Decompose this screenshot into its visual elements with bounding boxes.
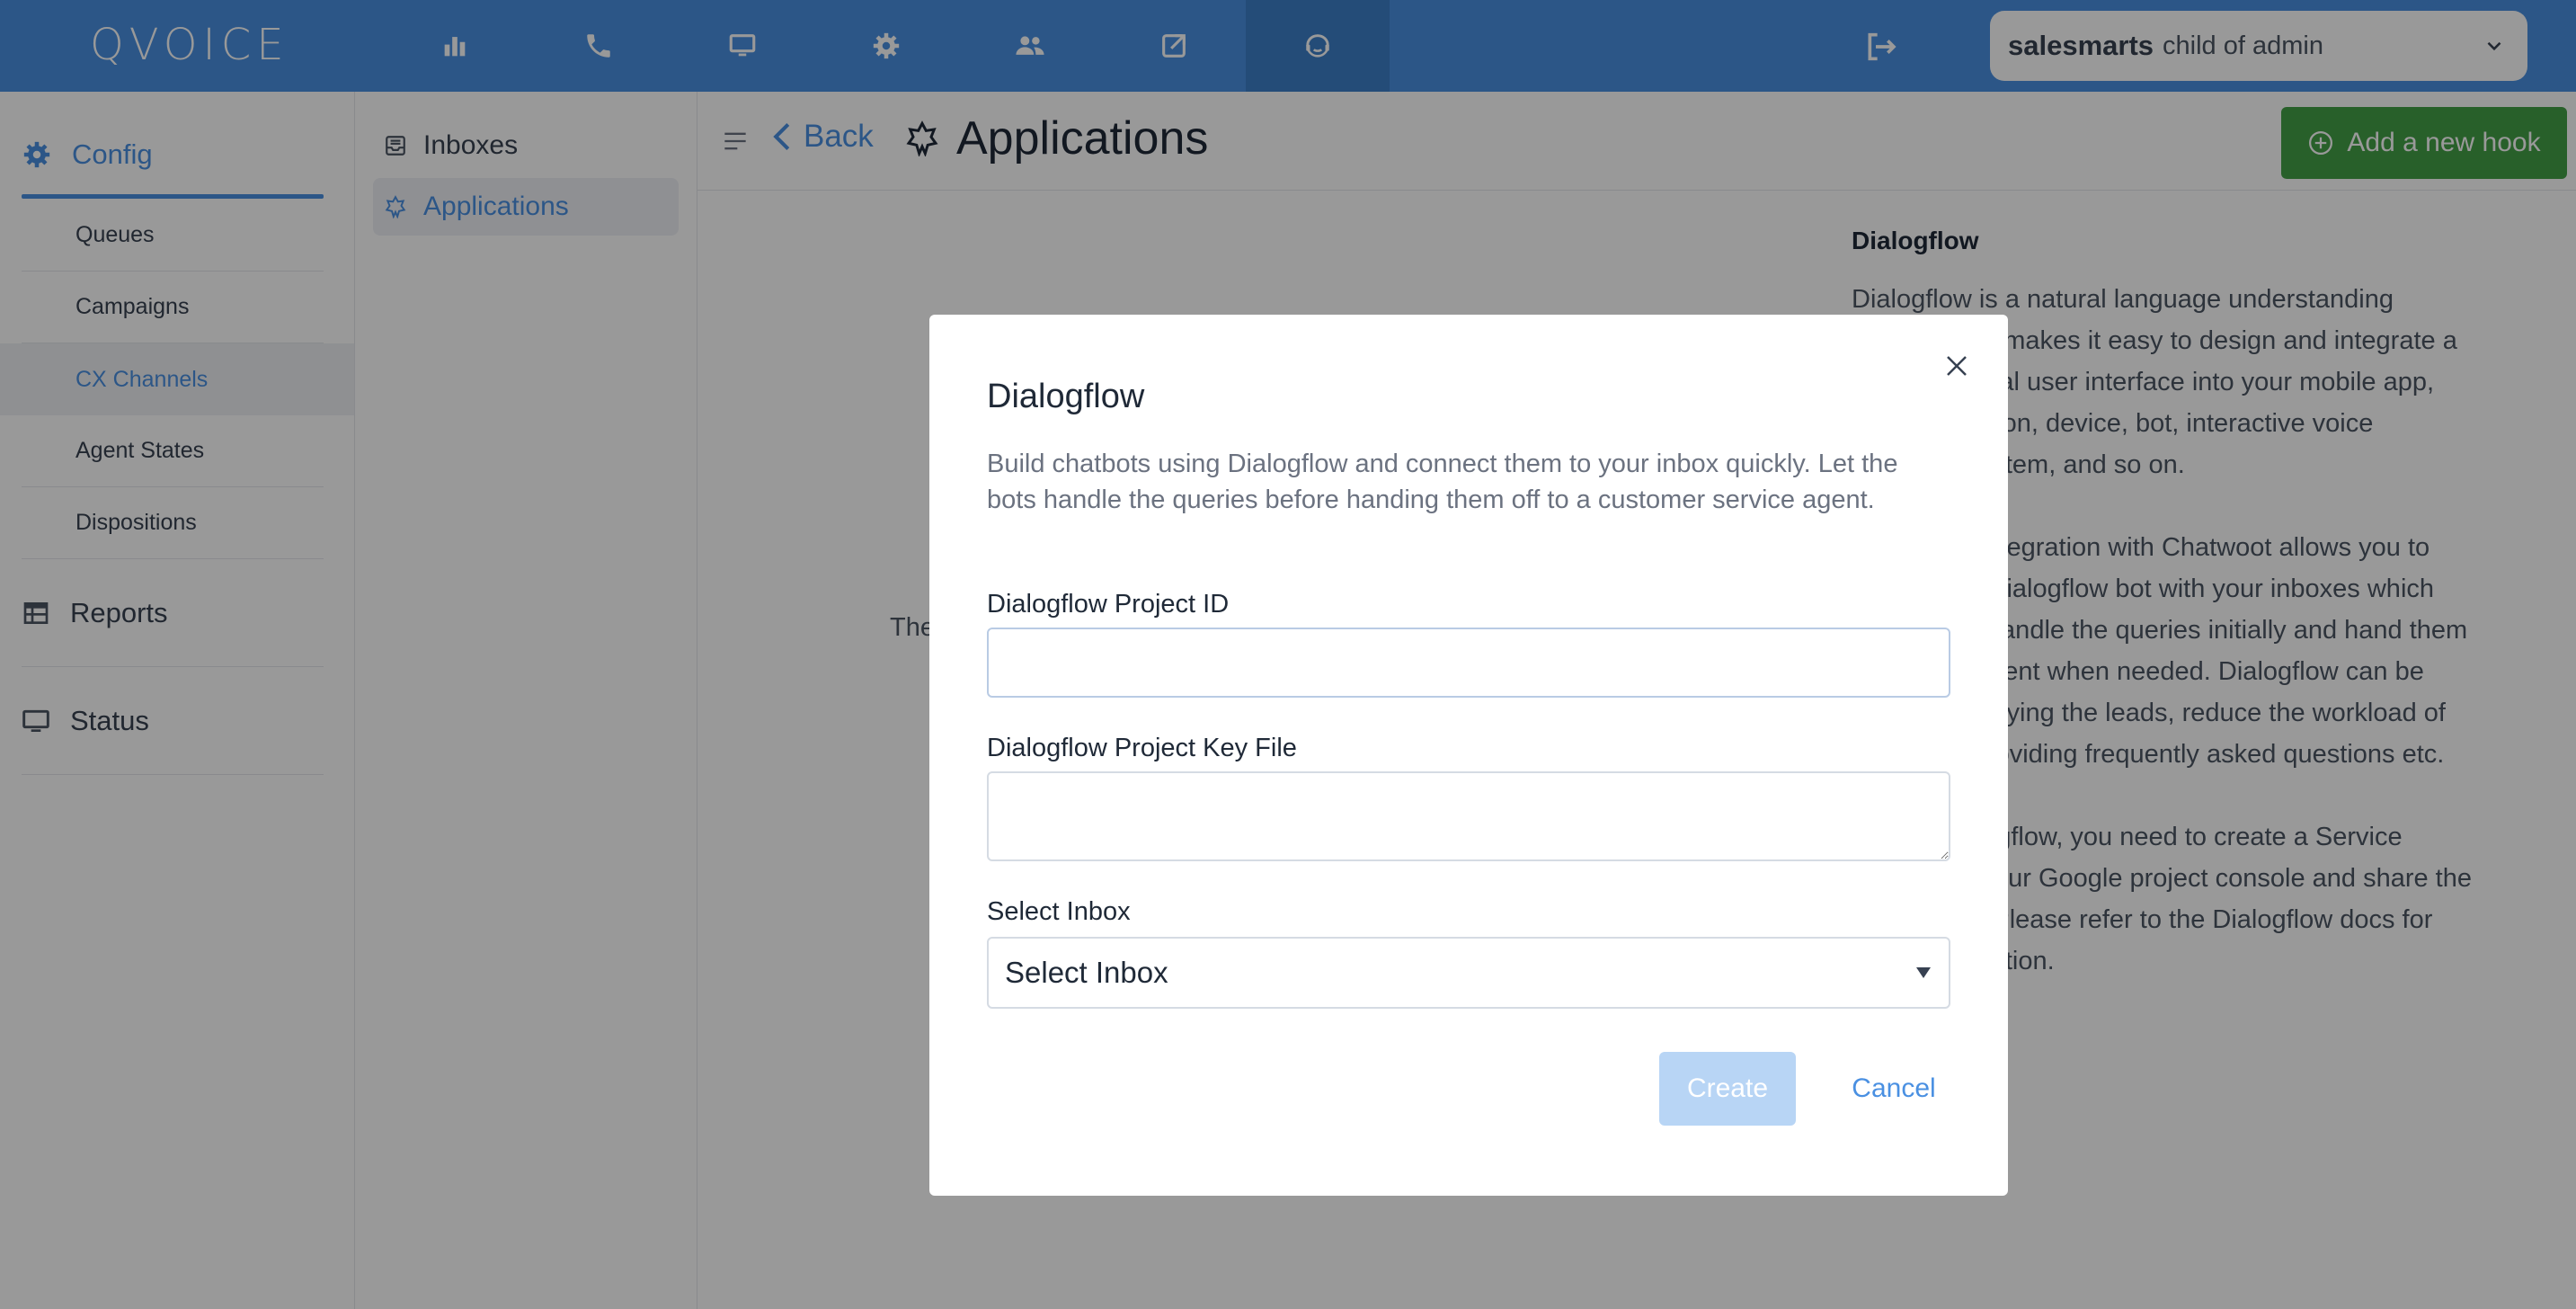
modal-title: Dialogflow xyxy=(987,378,1145,415)
inbox-select-label: Select Inbox xyxy=(987,897,1131,926)
create-button[interactable]: Create xyxy=(1659,1052,1796,1126)
project-id-input[interactable] xyxy=(987,628,1950,698)
project-id-label: Dialogflow Project ID xyxy=(987,590,1230,619)
dialogflow-modal: Dialogflow Build chatbots using Dialogfl… xyxy=(929,315,2008,1196)
close-icon[interactable] xyxy=(1943,352,1970,379)
cancel-button[interactable]: Cancel xyxy=(1835,1052,1952,1126)
key-file-textarea[interactable] xyxy=(987,771,1950,861)
caret-down-icon xyxy=(1916,967,1931,978)
inbox-select-value: Select Inbox xyxy=(1005,956,1168,989)
inbox-select[interactable]: Select Inbox xyxy=(987,937,1950,1009)
key-file-label: Dialogflow Project Key File xyxy=(987,734,1297,762)
modal-description: Build chatbots using Dialogflow and conn… xyxy=(987,450,1898,514)
